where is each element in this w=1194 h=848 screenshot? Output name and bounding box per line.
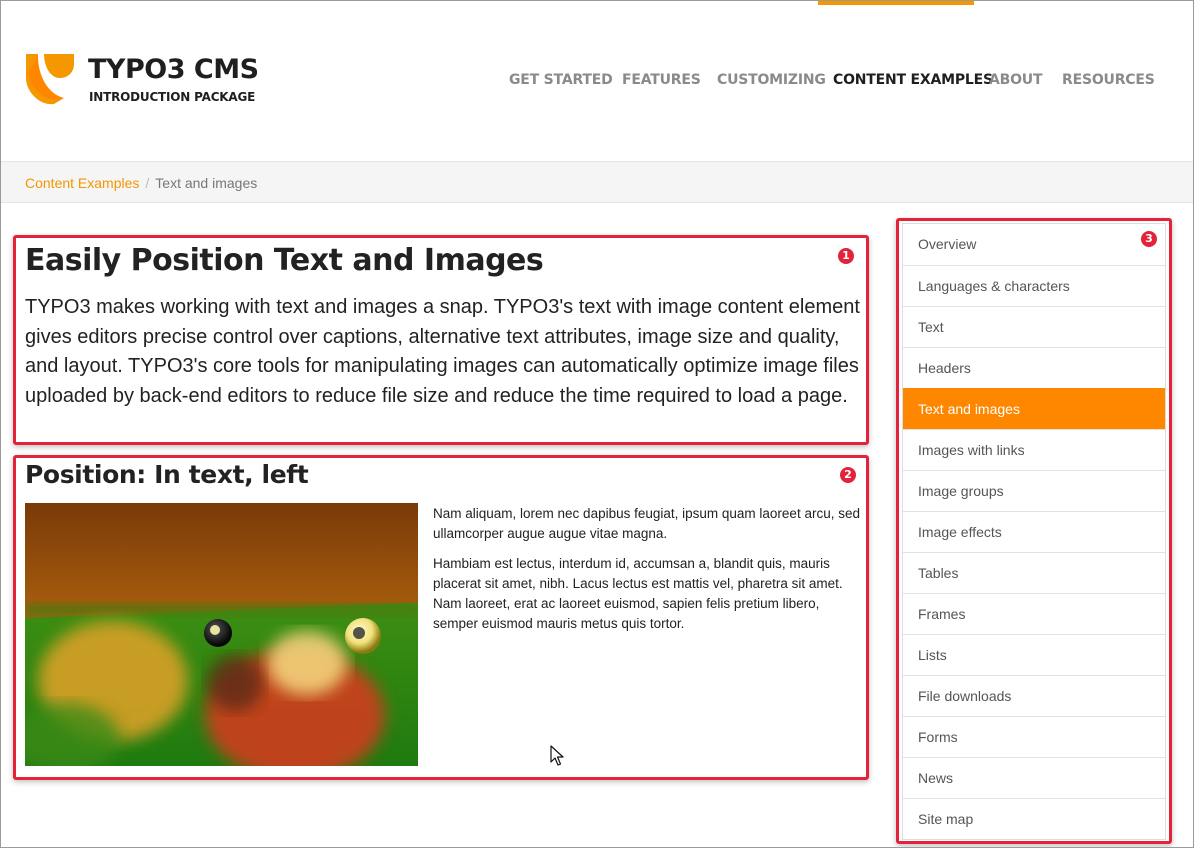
main-navigation: GET STARTED FEATURES CUSTOMIZING CONTENT… <box>0 72 1194 92</box>
nav-features[interactable]: FEATURES <box>622 72 701 88</box>
annotation-badge-3: 3 <box>1141 231 1157 247</box>
nav-about[interactable]: ABOUT <box>989 72 1043 88</box>
nav-content-examples[interactable]: CONTENT EXAMPLES <box>833 72 993 88</box>
annotation-badge-2: 2 <box>840 467 856 483</box>
annotation-box-3 <box>896 218 1172 844</box>
breadcrumb: Content Examples / Text and images <box>25 175 257 191</box>
nav-resources[interactable]: RESOURCES <box>1062 72 1155 88</box>
breadcrumb-separator: / <box>145 175 150 191</box>
breadcrumb-link-content-examples[interactable]: Content Examples <box>25 175 139 191</box>
nav-get-started[interactable]: GET STARTED <box>509 72 613 88</box>
site-header: TYPO3 CMS INTRODUCTION PACKAGE GET START… <box>0 0 1194 161</box>
breadcrumb-current: Text and images <box>155 175 258 191</box>
breadcrumb-bar: Content Examples / Text and images <box>0 161 1194 203</box>
annotation-box-1 <box>13 235 869 445</box>
annotation-badge-1: 1 <box>838 248 854 264</box>
annotation-box-2 <box>13 455 869 780</box>
brand-subtitle: INTRODUCTION PACKAGE <box>89 90 256 104</box>
nav-customizing[interactable]: CUSTOMIZING <box>717 72 826 88</box>
nav-active-indicator <box>818 0 974 5</box>
mouse-pointer-icon <box>550 745 564 772</box>
